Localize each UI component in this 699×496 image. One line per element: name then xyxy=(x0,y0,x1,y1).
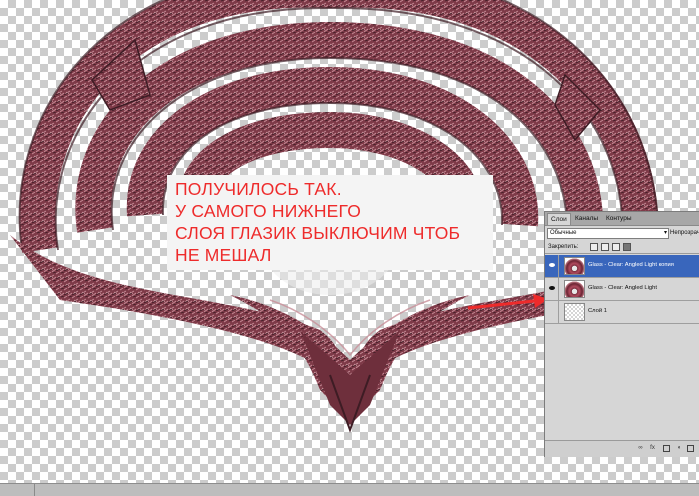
layer-thumbnail xyxy=(564,303,585,321)
eye-toggle-empty[interactable] xyxy=(546,301,559,323)
layers-panel: Слои Каналы Контуры Обычные ▾ Непрозрачн… xyxy=(544,211,699,457)
lock-position-icon[interactable] xyxy=(612,243,620,251)
layer-name: Слой 1 xyxy=(588,308,607,314)
layer-thumbnail xyxy=(564,257,585,275)
tab-paths[interactable]: Контуры xyxy=(603,213,635,224)
layers-list: Glass - Clear: Angled Light копия Glass … xyxy=(545,255,699,324)
annotation-line-2: У САМОГО НИЖНЕГО xyxy=(175,201,362,221)
lock-transparency-icon[interactable] xyxy=(590,243,598,251)
lock-row: Закрепить: xyxy=(545,241,699,254)
layer-name: Glass - Clear: Angled Light копия xyxy=(588,262,674,268)
blend-mode-value: Обычные xyxy=(550,230,577,236)
layer-thumbnail xyxy=(564,280,585,298)
annotation-line-4: НЕ МЕШАЛ xyxy=(175,245,272,265)
eye-icon[interactable] xyxy=(546,278,559,300)
chevron-down-icon: ▾ xyxy=(663,230,667,236)
annotation-box: ПОЛУЧИЛОСЬ ТАК. У САМОГО НИЖНЕГО СЛОЯ ГЛ… xyxy=(167,175,493,270)
status-divider xyxy=(34,484,35,496)
link-icon[interactable]: ∞ xyxy=(637,445,644,452)
annotation-line-3: СЛОЯ ГЛАЗИК ВЫКЛЮЧИМ ЧТОБ xyxy=(175,223,461,243)
blend-row: Обычные ▾ Непрозрачн xyxy=(545,227,699,239)
lock-pixels-icon[interactable] xyxy=(601,243,609,251)
opacity-label: Непрозрачн xyxy=(670,230,699,236)
layer-row[interactable]: Glass - Clear: Angled Light копия xyxy=(545,255,699,278)
panel-bottom-bar: ∞ fx ◐ xyxy=(545,440,699,457)
blend-mode-select[interactable]: Обычные ▾ xyxy=(547,228,669,239)
new-layer-icon[interactable] xyxy=(687,445,694,452)
fx-icon[interactable]: fx xyxy=(649,445,656,452)
lock-label: Закрепить: xyxy=(548,244,579,250)
layer-row[interactable]: Glass - Clear: Angled Light xyxy=(545,278,699,301)
lock-all-icon[interactable] xyxy=(623,243,631,251)
panel-tabs: Слои Каналы Контуры xyxy=(545,212,699,226)
eye-icon[interactable] xyxy=(546,255,559,277)
mask-icon[interactable] xyxy=(663,445,670,452)
annotation-line-1: ПОЛУЧИЛОСЬ ТАК. xyxy=(175,179,342,199)
tab-layers[interactable]: Слои xyxy=(547,213,571,225)
layer-row[interactable]: Слой 1 xyxy=(545,301,699,324)
adjustment-icon[interactable]: ◐ xyxy=(676,445,683,452)
tab-channels[interactable]: Каналы xyxy=(572,213,601,224)
status-bar xyxy=(0,483,699,496)
layer-name: Glass - Clear: Angled Light xyxy=(588,285,657,291)
